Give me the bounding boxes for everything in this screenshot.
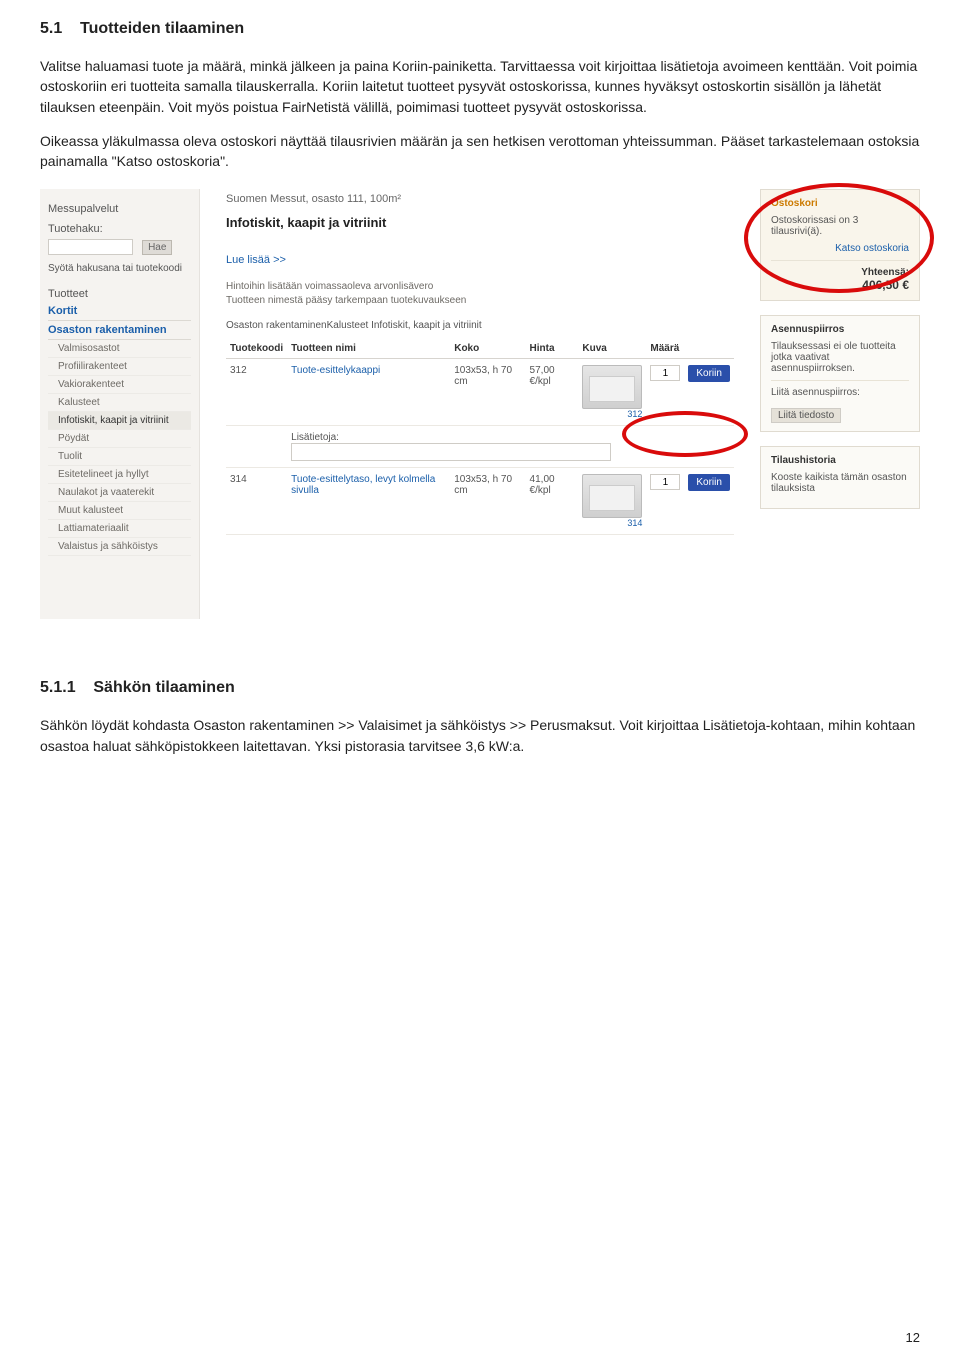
right-column: Ostoskori Ostoskorissasi on 3 tilausrivi… [760,189,920,523]
add-to-cart-button[interactable]: Koriin [688,474,730,491]
cell-koko: 103x53, h 70 cm [450,359,525,426]
cell-hinta: 41,00 €/kpl [526,468,579,535]
table-row-lisatietoja: Lisätietoja: [226,426,734,468]
product-thumb-icon [582,365,642,409]
section-title: Tuotteiden tilaaminen [80,20,244,37]
sidebar-item-kortit[interactable]: Kortit [48,302,191,321]
table-row: 312 Tuote-esittelykaappi 103x53, h 70 cm… [226,359,734,426]
sidebar-item-vakiorakenteet[interactable]: Vakiorakenteet [48,376,191,394]
asennus-text: Tilauksessasi ei ole tuotteita jotka vaa… [771,341,909,374]
price-note: Hintoihin lisätään voimassaoleva arvonli… [226,280,734,308]
sidebar-item-lattiamateriaalit[interactable]: Lattiamateriaalit [48,520,191,538]
sidebar-item-valmisosastot[interactable]: Valmisosastot [48,340,191,358]
ostoskori-heading: Ostoskori [771,198,909,209]
note-vat: Hintoihin lisätään voimassaoleva arvonli… [226,280,734,294]
section-5-1-paragraph-2: Oikeassa yläkulmassa oleva ostoskori näy… [40,131,920,172]
qty-input[interactable] [650,365,680,381]
sidebar-item-naulakot[interactable]: Naulakot ja vaaterekit [48,484,191,502]
asennus-heading: Asennuspiirros [771,324,909,335]
col-tuotekoodi: Tuotekoodi [226,339,287,359]
stand-crumb: Suomen Messut, osasto 111, 100m² [226,193,734,205]
sidebar-tuotteet-label: Tuotteet [48,288,191,300]
search-button[interactable]: Hae [142,240,172,255]
search-hint: Syötä hakusana tai tuotekoodi [48,263,191,274]
sidebar-item-poydat[interactable]: Pöydät [48,430,191,448]
cell-kuva: 312 [578,359,646,426]
section-number: 5.1 [40,20,62,37]
search-input[interactable] [48,239,133,255]
sidebar-item-valaistus[interactable]: Valaistus ja sähköistys [48,538,191,556]
col-maara: Määrä [646,339,684,359]
sidebar-messupalvelut: Messupalvelut [48,203,191,215]
cell-hinta: 57,00 €/kpl [526,359,579,426]
section-number: 5.1.1 [40,679,76,696]
sidebar-item-esitetelineet[interactable]: Esitetelineet ja hyllyt [48,466,191,484]
add-to-cart-button[interactable]: Koriin [688,365,730,382]
col-kuva: Kuva [578,339,646,359]
read-more-link[interactable]: Lue lisää >> [226,254,286,266]
section-5-1-heading: 5.1 Tuotteiden tilaaminen [40,20,920,38]
sidebar-category-list: Kortit Osaston rakentaminen Valmisosasto… [48,302,191,556]
table-row: 314 Tuote-esittelytaso, levyt kolmella s… [226,468,734,535]
product-table: Tuotekoodi Tuotteen nimi Koko Hinta Kuva… [226,339,734,535]
asennuspiirros-box: Asennuspiirros Tilauksessasi ei ole tuot… [760,315,920,432]
cell-koodi: 312 [226,359,287,426]
sidebar-item-kalusteet[interactable]: Kalusteet [48,394,191,412]
sidebar-item-profiilirakenteet[interactable]: Profiilirakenteet [48,358,191,376]
asennus-liita-label: Liitä asennuspiirros: [771,387,909,398]
section-5-1-1-heading: 5.1.1 Sähkön tilaaminen [40,679,920,697]
breadcrumb: Osaston rakentaminenKalusteet Infotiskit… [226,320,734,331]
note-name-link: Tuotteen nimestä pääsy tarkempaan tuotek… [226,294,734,308]
cart-total-label: Yhteensä: [771,267,909,278]
view-cart-link[interactable]: Katso ostoskoria [771,243,909,254]
section-5-1-paragraph-1: Valitse haluamasi tuote ja määrä, minkä … [40,56,920,117]
embedded-screenshot: Messupalvelut Tuotehaku: Hae Syötä hakus… [40,189,920,619]
sidebar-item-osaston-rakentaminen[interactable]: Osaston rakentaminen [48,321,191,340]
section-5-1-1-paragraph: Sähkön löydät kohdasta Osaston rakentami… [40,715,920,756]
hist-text: Kooste kaikista tämän osaston tilauksist… [771,472,909,494]
sidebar: Messupalvelut Tuotehaku: Hae Syötä hakus… [40,189,200,619]
lisatietoja-input[interactable] [291,443,611,461]
col-tuotteen-nimi: Tuotteen nimi [287,339,450,359]
tilaushistoria-box: Tilaushistoria Kooste kaikista tämän osa… [760,446,920,509]
thumb-num: 312 [582,409,642,419]
category-title: Infotiskit, kaapit ja vitriinit [226,215,734,230]
cart-total-value: 406,50 € [771,278,909,292]
cell-koodi: 314 [226,468,287,535]
cell-nimi[interactable]: Tuote-esittelytaso, levyt kolmella sivul… [287,468,450,535]
sidebar-item-tuolit[interactable]: Tuolit [48,448,191,466]
qty-input[interactable] [650,474,680,490]
ostoskori-box: Ostoskori Ostoskorissasi on 3 tilausrivi… [760,189,920,301]
cell-maara [646,468,684,535]
thumb-num: 314 [582,518,642,528]
product-thumb-icon [582,474,642,518]
sidebar-item-infotiskit[interactable]: Infotiskit, kaapit ja vitriinit [48,412,191,430]
cell-kuva: 314 [578,468,646,535]
col-koko: Koko [450,339,525,359]
section-title: Sähkön tilaaminen [93,679,234,696]
hist-heading: Tilaushistoria [771,455,909,466]
cell-nimi[interactable]: Tuote-esittelykaappi [287,359,450,426]
page-number: 12 [906,1330,920,1345]
ostoskori-lines: Ostoskorissasi on 3 tilausrivi(ä). [771,215,909,237]
col-hinta: Hinta [526,339,579,359]
product-listing: Suomen Messut, osasto 111, 100m² Infotis… [220,189,740,539]
lisatietoja-label: Lisätietoja: [291,432,339,443]
attach-file-button[interactable]: Liitä tiedosto [771,408,841,423]
sidebar-item-muut-kalusteet[interactable]: Muut kalusteet [48,502,191,520]
cell-koko: 103x53, h 70 cm [450,468,525,535]
cell-maara [646,359,684,426]
sidebar-tuotehaku-label: Tuotehaku: [48,223,191,235]
